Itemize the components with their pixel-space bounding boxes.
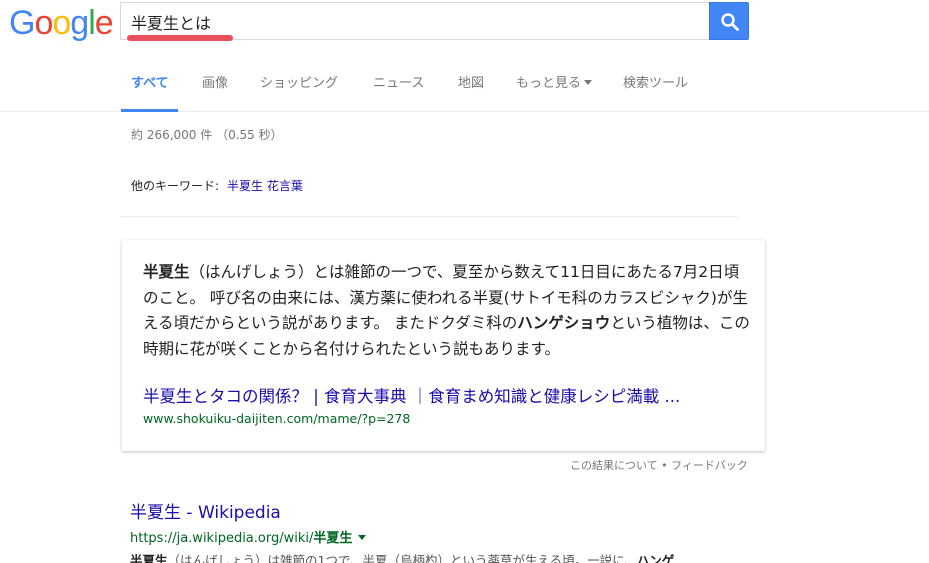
other-keywords-label: 他のキーワード: [131,179,220,193]
search-tabs: すべて 画像 ショッピング ニュース 地図 もっと見る 検索ツール [0,58,929,112]
tab-maps[interactable]: 地図 [458,72,484,91]
result-url-bold: 半夏生 [313,531,353,546]
spellcheck-underline [127,35,233,41]
url-menu-chevron-icon[interactable] [358,535,367,540]
result-stats: 約 266,000 件 （0.55 秒） [131,128,283,142]
search-icon [721,13,739,31]
search-button[interactable] [709,2,749,40]
result-url: https://ja.wikipedia.org/wiki/半夏生 [130,527,770,546]
logo-letter: g [70,4,89,42]
active-tab-indicator [121,109,178,112]
snippet-bold-term: ハンゲショウ [517,314,611,332]
tab-search-tools[interactable]: 検索ツール [623,72,688,91]
logo-letter: o [34,4,53,42]
header: Google 半夏生とは [0,0,929,58]
snippet-text: 半夏生（はんげしょう）とは雑節の一つで、夏至から数えて11日目にあたる7月2日頃… [143,260,753,362]
result-description: 半夏生（はんげしょう）は雑節の1つで、半夏（烏柄杓）という薬草が生える頃。一説に… [130,550,770,563]
other-keywords: 他のキーワード: 半夏生 花言葉 [131,177,303,194]
tab-shopping[interactable]: ショッピング [260,72,338,91]
search-input[interactable]: 半夏生とは [120,2,709,41]
search-query[interactable]: 半夏生とは [131,10,211,34]
divider [121,216,738,217]
keyword-link[interactable]: 半夏生 花言葉 [227,179,303,193]
tab-images[interactable]: 画像 [202,72,228,91]
result-desc-text: （はんげしょう）は雑節の1つで、半夏（烏柄杓）という薬草が生える頃。一説に、 [167,553,637,563]
google-logo[interactable]: Google [9,4,114,42]
result-desc-bold: ハンゲ [636,553,675,563]
search-result: 半夏生 - Wikipedia https://ja.wikipedia.org… [130,498,770,563]
snippet-url: www.shokuiku-daijiten.com/mame/?p=278 [143,411,411,426]
logo-letter: o [52,4,71,42]
result-title-link[interactable]: 半夏生 - Wikipedia [130,498,770,523]
logo-letter: G [9,4,35,42]
tab-all[interactable]: すべて [131,72,169,91]
snippet-link[interactable]: 半夏生とタコの関係？ | 食育大事典 ｜食育まめ知識と健康レシピ満載 ... [143,383,680,407]
featured-snippet: 半夏生（はんげしょう）とは雑節の一つで、夏至から数えて11日目にあたる7月2日頃… [122,240,765,451]
tab-more[interactable]: もっと見る [516,72,593,91]
logo-letter: e [94,4,114,42]
feedback-link[interactable]: この結果について • フィードバック [570,457,748,473]
result-url-prefix: https://ja.wikipedia.org/wiki/ [130,531,314,546]
snippet-bold-term: 半夏生 [143,263,190,281]
result-desc-bold: 半夏生 [130,553,168,563]
tab-more-label: もっと見る [516,76,582,91]
chevron-down-icon [584,80,593,85]
tab-news[interactable]: ニュース [373,72,424,91]
